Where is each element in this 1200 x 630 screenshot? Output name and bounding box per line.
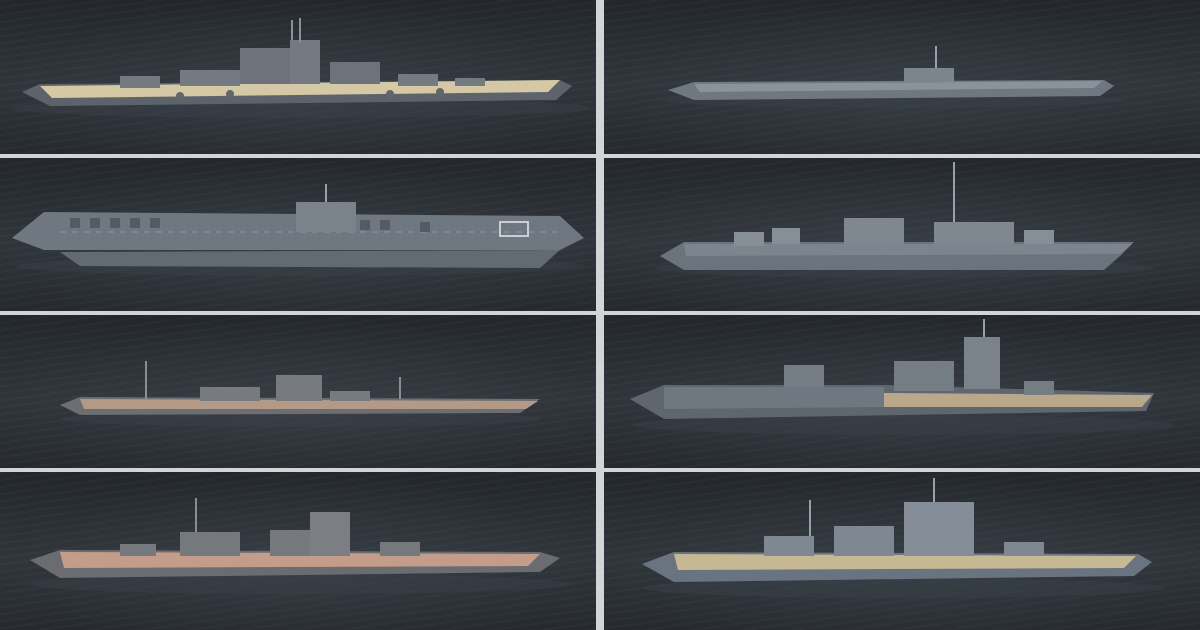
hybrid-battleship-carrier-image xyxy=(630,319,1174,435)
ship-tile-submarine-cruiser[interactable] xyxy=(0,315,596,468)
ship-tile-battleship[interactable] xyxy=(0,0,596,154)
submarine-cruiser-image xyxy=(60,361,540,427)
ship-gallery xyxy=(0,0,1200,630)
battlecruiser-image xyxy=(30,498,570,594)
ship-tile-aircraft-carrier[interactable] xyxy=(0,158,596,311)
ship-tile-submarine[interactable] xyxy=(604,0,1200,154)
battleship-image xyxy=(10,18,590,118)
ship-tile-battleship-alt[interactable] xyxy=(604,472,1200,630)
destroyer-image xyxy=(654,162,1154,278)
aircraft-carrier-image xyxy=(12,184,585,276)
ship-tile-destroyer[interactable] xyxy=(604,158,1200,311)
submarine-image xyxy=(664,46,1124,108)
battleship-alt-image xyxy=(642,478,1164,598)
ship-tile-battlecruiser[interactable] xyxy=(0,472,596,630)
ship-tile-hybrid-battleship-carrier[interactable] xyxy=(604,315,1200,468)
